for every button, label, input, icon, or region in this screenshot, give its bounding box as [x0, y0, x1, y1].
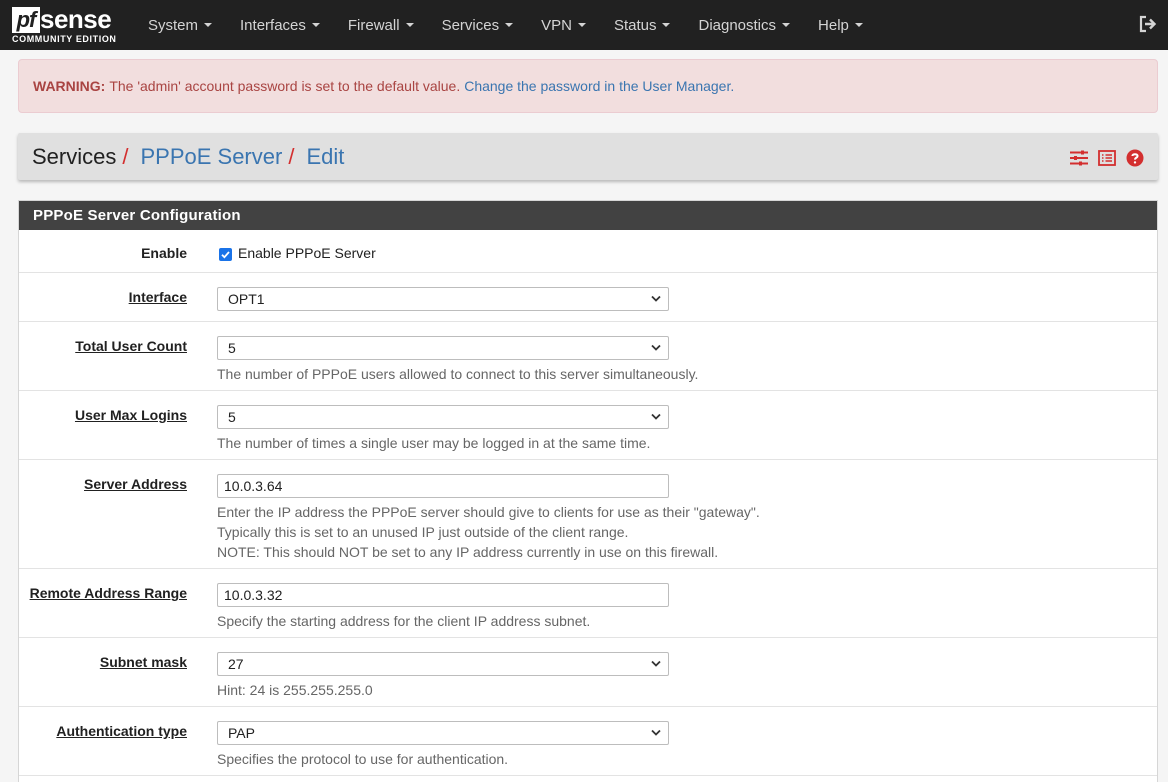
caret-down-icon — [854, 23, 863, 27]
menu-label: Status — [613, 16, 657, 34]
logo-subtitle: COMMUNITY EDITION — [12, 34, 117, 44]
subnet-mask-help: Hint: 24 is 255.255.255.0 — [217, 682, 373, 698]
menu-label: Firewall — [347, 16, 400, 34]
caret-down-icon — [662, 23, 671, 27]
pppoe-config-panel: PPPoE Server Configuration Enable Enable… — [18, 200, 1158, 782]
row-enable: Enable Enable PPPoE Server — [19, 230, 1157, 273]
user-max-logins-select[interactable]: 5 — [217, 405, 669, 429]
enable-checkbox[interactable] — [219, 248, 232, 261]
default-password-warning: WARNING: The 'admin' account password is… — [18, 59, 1158, 113]
menu-label: Services — [441, 16, 500, 34]
menu-diagnostics[interactable]: Diagnostics — [684, 0, 804, 50]
menu-services[interactable]: Services — [428, 0, 528, 50]
interface-label: Interface — [128, 289, 187, 305]
caret-down-icon — [311, 23, 320, 27]
authentication-type-help: Specifies the protocol to use for authen… — [217, 751, 509, 767]
menu-system[interactable]: System — [134, 0, 226, 50]
chevron-down-icon — [651, 295, 661, 302]
remote-address-range-label: Remote Address Range — [29, 585, 187, 601]
breadcrumb-separator: / — [288, 143, 295, 169]
pfsense-logo[interactable]: pf sense COMMUNITY EDITION — [12, 4, 120, 45]
sliders-icon[interactable] — [1070, 147, 1088, 166]
total-user-count-select[interactable]: 5 — [217, 336, 669, 360]
row-interface: Interface OPT1 — [19, 273, 1157, 322]
main-menu: System Interfaces Firewall Services VPN … — [134, 0, 877, 50]
menu-vpn[interactable]: VPN — [527, 0, 600, 50]
subnet-mask-select[interactable]: 27 — [217, 652, 669, 676]
row-remote-address-range: Remote Address Range 10.0.3.32 Specify t… — [19, 569, 1157, 638]
row-server-address: Server Address 10.0.3.64 Enter the IP ad… — [19, 460, 1157, 569]
warning-text: The 'admin' account password is set to t… — [109, 78, 461, 94]
caret-down-icon — [782, 23, 791, 27]
authentication-type-label: Authentication type — [56, 723, 187, 739]
panel-title: PPPoE Server Configuration — [19, 201, 1157, 230]
menu-label: VPN — [541, 16, 572, 34]
server-address-help-3: NOTE: This should NOT be set to any IP a… — [217, 544, 719, 560]
menu-help[interactable]: Help — [804, 0, 877, 50]
menu-label: Interfaces — [240, 16, 306, 34]
breadcrumb-pppoe-server[interactable]: PPPoE Server — [140, 144, 282, 170]
menu-firewall[interactable]: Firewall — [334, 0, 428, 50]
row-subnet-mask: Subnet mask 27 Hint: 24 is 255.255.255.0 — [19, 638, 1157, 707]
user-max-logins-value: 5 — [228, 409, 236, 425]
user-manager-link[interactable]: Change the password in the User Manager. — [464, 78, 734, 94]
caret-down-icon — [577, 23, 586, 27]
total-user-count-label: Total User Count — [75, 338, 187, 354]
chevron-down-icon — [651, 344, 661, 351]
chevron-down-icon — [651, 413, 661, 420]
breadcrumb-edit[interactable]: Edit — [306, 144, 344, 170]
list-alt-icon[interactable] — [1098, 147, 1116, 166]
warning-label: WARNING: — [33, 78, 106, 94]
menu-label: Help — [818, 16, 849, 34]
user-max-logins-label: User Max Logins — [74, 407, 187, 423]
menu-interfaces[interactable]: Interfaces — [226, 0, 334, 50]
help-question-icon[interactable] — [1126, 147, 1144, 167]
logo-mark: pf — [12, 7, 40, 33]
server-address-help-1: Enter the IP address the PPPoE server sh… — [217, 504, 760, 520]
subnet-mask-value: 27 — [228, 656, 244, 672]
row-authentication-type: Authentication type PAP Specifies the pr… — [19, 707, 1157, 776]
user-max-logins-help: The number of times a single user may be… — [217, 435, 651, 451]
chevron-down-icon — [651, 729, 661, 736]
interface-select[interactable]: OPT1 — [217, 287, 669, 311]
enable-label: Enable — [141, 245, 187, 261]
breadcrumb-separator: / — [122, 143, 129, 169]
menu-status[interactable]: Status — [600, 0, 685, 50]
top-navbar: pf sense COMMUNITY EDITION System Interf… — [0, 0, 1168, 50]
logout-icon[interactable] — [1138, 14, 1158, 34]
total-user-count-value: 5 — [228, 340, 236, 356]
breadcrumb: Services / PPPoE Server / Edit — [18, 133, 1158, 180]
total-user-count-help: The number of PPPoE users allowed to con… — [217, 366, 699, 382]
row-total-user-count: Total User Count 5 The number of PPPoE u… — [19, 322, 1157, 391]
remote-address-range-value: 10.0.3.32 — [224, 587, 283, 603]
caret-down-icon — [204, 23, 213, 27]
interface-value: OPT1 — [228, 291, 265, 307]
breadcrumb-services: Services — [32, 143, 117, 169]
server-address-label: Server Address — [84, 476, 187, 492]
remote-address-range-help: Specify the starting address for the cli… — [217, 613, 591, 629]
server-address-help-2: Typically this is set to an unused IP ju… — [217, 524, 629, 540]
logo-word: sense — [40, 4, 112, 34]
subnet-mask-label: Subnet mask — [99, 654, 187, 670]
server-address-input[interactable]: 10.0.3.64 — [217, 474, 669, 498]
server-address-value: 10.0.3.64 — [224, 478, 283, 494]
row-user-max-logins: User Max Logins 5 The number of times a … — [19, 391, 1157, 460]
chevron-down-icon — [651, 660, 661, 667]
caret-down-icon — [505, 23, 514, 27]
remote-address-range-input[interactable]: 10.0.3.32 — [217, 583, 669, 607]
menu-label: System — [148, 16, 199, 34]
breadcrumb-shortcuts — [1070, 147, 1144, 167]
authentication-type-value: PAP — [228, 725, 255, 741]
enable-checkbox-label[interactable]: Enable PPPoE Server — [238, 245, 376, 261]
caret-down-icon — [405, 23, 414, 27]
authentication-type-select[interactable]: PAP — [217, 721, 669, 745]
menu-label: Diagnostics — [698, 16, 777, 34]
